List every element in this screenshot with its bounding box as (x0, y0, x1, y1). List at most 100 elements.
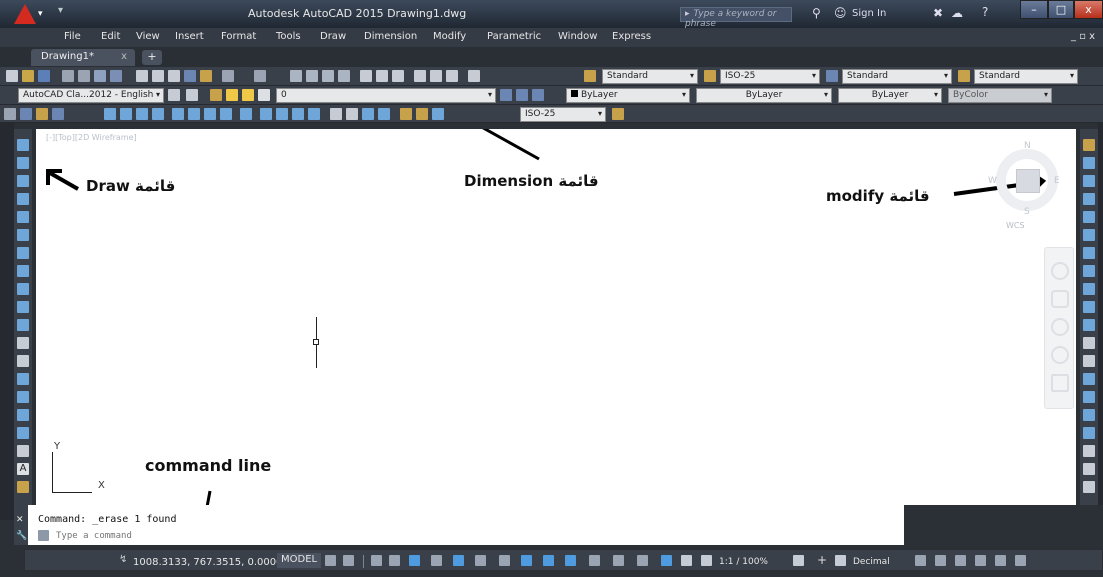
table-style-icon[interactable] (826, 70, 838, 82)
recent-commands-icon[interactable] (38, 530, 49, 541)
annotation-scale-icon[interactable] (701, 555, 712, 566)
pan-tool-icon[interactable] (1051, 290, 1069, 308)
infer-constraints-icon[interactable] (371, 555, 382, 566)
layer-match-icon[interactable] (532, 89, 544, 101)
compass-south[interactable]: S (1024, 207, 1030, 217)
zoom-realtime-icon[interactable] (306, 70, 318, 82)
ellipse-icon[interactable] (17, 301, 29, 313)
units-value[interactable]: Decimal (853, 557, 890, 567)
erase-icon[interactable] (1083, 139, 1095, 151)
scale-icon[interactable] (1083, 265, 1095, 277)
layer-state-icon[interactable] (210, 89, 222, 101)
compass-north[interactable]: N (1024, 141, 1031, 151)
fillet-icon[interactable] (1083, 409, 1095, 421)
hatch-icon[interactable] (17, 391, 29, 403)
layer-previous-icon[interactable] (516, 89, 528, 101)
search-input[interactable]: ▸ Type a keyword or phrase (680, 7, 792, 29)
current-dim-style-select[interactable]: ISO-25 ▾ (520, 107, 606, 122)
match-properties-icon[interactable] (184, 70, 196, 82)
dimension-text-edit-icon[interactable] (416, 108, 428, 120)
orbit-icon[interactable] (1051, 346, 1069, 364)
lineweight-select[interactable]: ByLayer ▾ (838, 88, 942, 103)
gradient-icon[interactable] (17, 409, 29, 421)
close-button[interactable]: x (1074, 0, 1103, 19)
object-snap-icon[interactable] (475, 555, 486, 566)
spline-icon[interactable] (17, 283, 29, 295)
rotate-icon[interactable] (1083, 247, 1095, 259)
region-icon[interactable] (17, 427, 29, 439)
move-icon[interactable] (1083, 229, 1095, 241)
rectangle-icon[interactable] (17, 211, 29, 223)
menu-format[interactable]: Format (221, 31, 256, 42)
undo-icon[interactable] (222, 70, 234, 82)
baseline-dimension-icon[interactable] (260, 108, 272, 120)
polyline-icon[interactable] (17, 175, 29, 187)
clean-screen-icon[interactable] (995, 555, 1006, 566)
point-icon[interactable] (17, 373, 29, 385)
gizmo-icon[interactable] (637, 555, 648, 566)
wcs-menu-button[interactable]: WCS (1006, 221, 1025, 230)
diameter-dimension-icon[interactable] (204, 108, 216, 120)
workspace-select[interactable]: AutoCAD Cla...2012 - English ▾ (18, 88, 164, 103)
plotstyle-select[interactable]: ByColor ▾ (948, 88, 1052, 103)
exchange-icon[interactable]: ✖ (933, 6, 943, 20)
mleader-style-select[interactable]: Standard ▾ (974, 69, 1078, 84)
dimension-break-icon[interactable] (308, 108, 320, 120)
layer-properties-icon[interactable] (186, 89, 198, 101)
layer-on-icon[interactable] (226, 89, 238, 101)
sheet-set-icon[interactable] (414, 70, 426, 82)
showmotion-icon[interactable] (1051, 374, 1069, 392)
menu-express[interactable]: Express (612, 31, 651, 42)
ellipse-arc-icon[interactable] (17, 319, 29, 331)
command-input[interactable] (54, 529, 894, 543)
radius-dimension-icon[interactable] (172, 108, 184, 120)
color-select[interactable]: ByLayer ▾ (566, 88, 690, 103)
dimension-update-icon[interactable] (432, 108, 444, 120)
layer-select[interactable]: 0 ▾ (276, 88, 496, 103)
snap-icon[interactable] (343, 555, 354, 566)
selection-cycling-icon[interactable] (543, 555, 554, 566)
lock-ui-icon[interactable] (935, 555, 946, 566)
explode-icon[interactable] (1083, 445, 1095, 457)
dim-style-select[interactable]: ISO-25 ▾ (720, 69, 820, 84)
application-menu-button[interactable]: ▾ (8, 2, 48, 26)
multiline-text-icon[interactable]: A (17, 463, 29, 475)
toolbar-grip-icon[interactable] (4, 108, 16, 120)
linetype-select[interactable]: ByLayer ▾ (696, 88, 832, 103)
angular-dimension-icon[interactable] (220, 108, 232, 120)
compass-east[interactable]: E (1054, 176, 1060, 186)
design-center-icon[interactable] (376, 70, 388, 82)
redo-icon[interactable] (254, 70, 266, 82)
trim-icon[interactable] (1083, 301, 1095, 313)
annotation-scale-value[interactable]: 1:1 / 100% (719, 557, 768, 567)
zoom-extents-icon[interactable] (1051, 318, 1069, 336)
tool-palettes-icon[interactable] (392, 70, 404, 82)
mirror-icon[interactable] (1083, 175, 1095, 187)
coordinates-readout[interactable]: 1008.3133, 767.3515, 0.0000 (133, 557, 283, 568)
table-icon[interactable] (17, 445, 29, 457)
copy-object-icon[interactable] (1083, 157, 1095, 169)
new-tab-button[interactable]: + (142, 50, 162, 65)
center-mark-icon[interactable] (346, 108, 358, 120)
cut-icon[interactable] (136, 70, 148, 82)
status-customize-icon[interactable]: ↯ (119, 554, 127, 565)
linear-dimension-icon[interactable] (104, 108, 116, 120)
menu-edit[interactable]: Edit (101, 31, 120, 42)
ordinate-dimension-icon[interactable] (152, 108, 164, 120)
modify-extra-2-icon[interactable] (1083, 481, 1095, 493)
revision-cloud-icon[interactable] (17, 265, 29, 277)
layer-freeze-icon[interactable] (242, 89, 254, 101)
menu-parametric[interactable]: Parametric (487, 31, 541, 42)
menu-modify[interactable]: Modify (433, 31, 466, 42)
auto-scale-icon[interactable] (681, 555, 692, 566)
help-toolbar-icon[interactable] (468, 70, 480, 82)
user-icon[interactable]: ☺ (834, 6, 847, 20)
viewcube-top-face[interactable] (1016, 169, 1040, 193)
circle-icon[interactable] (17, 247, 29, 259)
viewcube[interactable]: N E W S (988, 141, 1068, 226)
block-editor-icon[interactable] (200, 70, 212, 82)
3d-print-icon[interactable] (110, 70, 122, 82)
dimension-edit-icon[interactable] (400, 108, 412, 120)
sign-in-button[interactable]: Sign In (852, 8, 886, 19)
a360-icon[interactable]: ☁ (951, 6, 963, 20)
